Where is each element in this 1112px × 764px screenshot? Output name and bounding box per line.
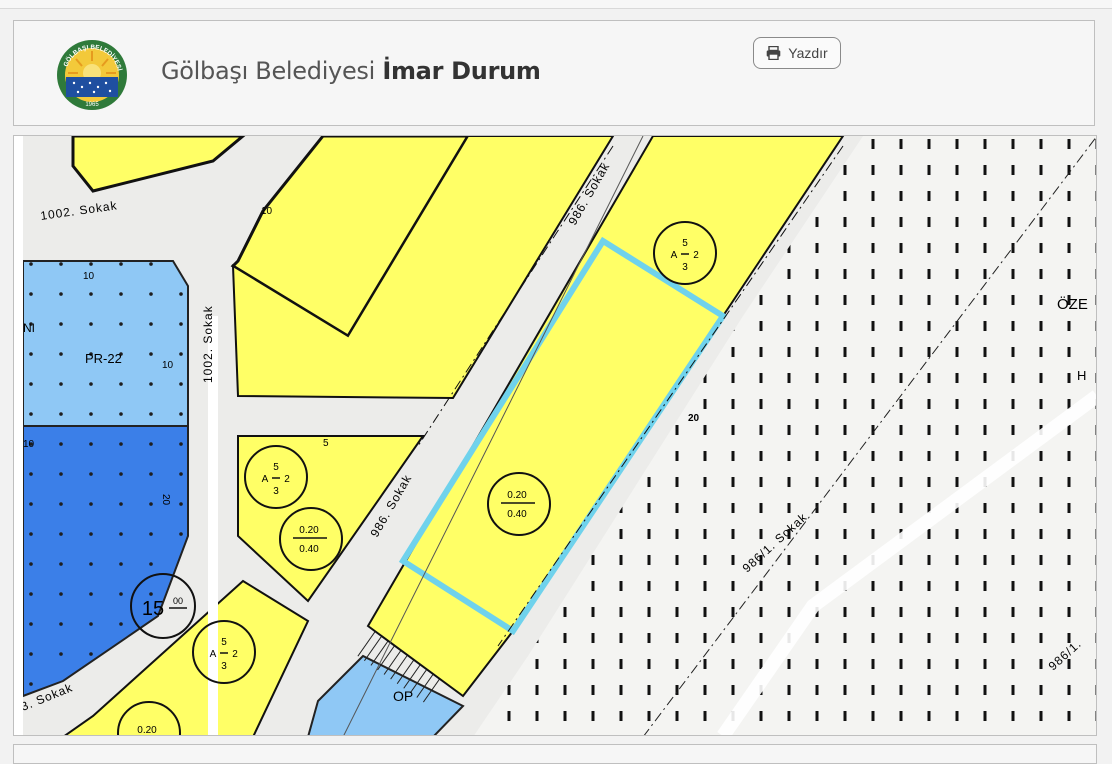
municipality-logo: GÖLBAŞI BELEDİYESİ 1965 <box>57 40 127 110</box>
svg-text:0.20: 0.20 <box>137 725 157 736</box>
top-rule <box>0 0 1112 9</box>
title-section: İmar Durum <box>382 57 541 85</box>
printer-icon <box>766 46 781 60</box>
print-button[interactable]: Yazdır <box>753 37 841 69</box>
dim-10-b: 10 <box>162 360 174 371</box>
svg-text:3: 3 <box>682 262 688 273</box>
svg-text:3: 3 <box>273 486 279 497</box>
zone-label-h: H <box>1077 368 1086 383</box>
svg-text:1965: 1965 <box>85 102 99 108</box>
blue-zone-light-dots <box>23 261 188 426</box>
svg-text:A: A <box>262 474 269 485</box>
dim-10-c: 10 <box>23 439 35 450</box>
svg-text:5: 5 <box>682 238 688 249</box>
print-button-label: Yazdır <box>788 45 828 61</box>
page-title: Gölbaşı Belediyesi İmar Durum <box>161 57 541 85</box>
svg-text:5: 5 <box>273 462 279 473</box>
street-label-1002-vertical: 1002. Sokak <box>201 305 215 383</box>
dim-10-a: 10 <box>83 271 95 282</box>
svg-text:5: 5 <box>221 637 227 648</box>
zoning-map[interactable]: 5 A 2 3 5 A 2 3 5 A 2 3 0.20 0.40 0.20 0… <box>13 135 1097 736</box>
dim-5-a: 5 <box>323 438 329 449</box>
svg-text:2: 2 <box>693 250 699 261</box>
svg-text:00: 00 <box>173 596 183 606</box>
svg-text:2: 2 <box>284 474 290 485</box>
svg-text:0.20: 0.20 <box>507 490 527 501</box>
dim-20-b: 20 <box>160 494 171 506</box>
zone-label-ni: NI <box>23 321 35 335</box>
svg-text:0.40: 0.40 <box>507 509 527 520</box>
header-panel: GÖLBAŞI BELEDİYESİ 1965 Gölbaşı Belediye… <box>13 20 1095 126</box>
title-municipality: Gölbaşı Belediyesi <box>161 57 375 85</box>
svg-text:0.40: 0.40 <box>299 544 319 555</box>
svg-text:3: 3 <box>221 661 227 672</box>
svg-text:A: A <box>671 250 678 261</box>
dim-20-a: 20 <box>688 413 700 424</box>
zone-label-op: OP <box>393 688 413 704</box>
dim-10-d: 10 <box>261 206 273 217</box>
zone-label-ozel: ÖZE <box>1057 295 1088 313</box>
bottom-panel <box>13 744 1097 764</box>
svg-text:0.20: 0.20 <box>299 525 319 536</box>
svg-text:2: 2 <box>232 649 238 660</box>
svg-text:15: 15 <box>142 598 164 620</box>
svg-text:A: A <box>210 649 217 660</box>
zoning-map-canvas[interactable]: 5 A 2 3 5 A 2 3 5 A 2 3 0.20 0.40 0.20 0… <box>23 136 1097 736</box>
zone-label-pr22: PR-22 <box>85 351 122 366</box>
